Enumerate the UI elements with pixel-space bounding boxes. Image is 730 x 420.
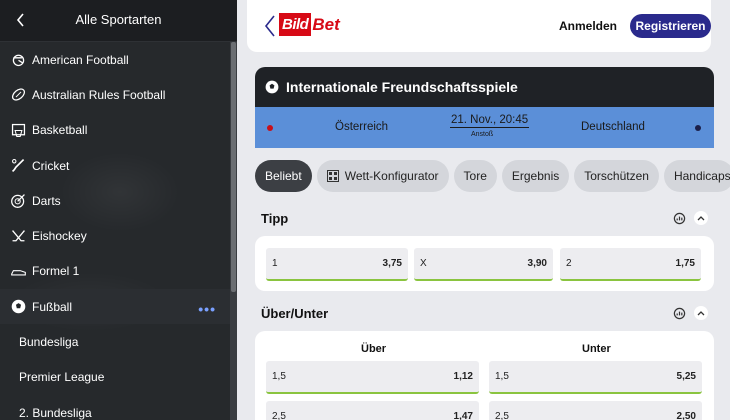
more-options-icon[interactable]: ••• [198,301,216,317]
tab-handicaps[interactable]: Handicaps [663,160,730,192]
away-team-color-dot [695,125,701,131]
soccer-ball-icon [265,80,279,94]
sidebar-item-label: Darts [32,193,61,208]
sidebar-item-label: Australian Rules Football [32,87,166,102]
bildbet-logo[interactable]: Bild Bet [279,13,340,36]
hockey-sticks-icon [8,226,28,246]
rugby-ball-icon [8,85,28,105]
sidebar-item-american-football[interactable]: American Football [0,42,230,77]
sidebar-item-label: Formel 1 [32,264,80,279]
dartboard-icon [8,191,28,211]
away-team: Deutschland [581,121,645,133]
collapse-chevron-icon[interactable] [694,211,708,225]
sidebar-subitem-2-bundesliga[interactable]: 2. Bundesliga [0,395,230,420]
collapse-chevron-icon[interactable] [694,306,708,320]
cricket-bat-icon [8,156,28,176]
tab-torschuetzen[interactable]: Torschützen [574,160,659,192]
sidebar-title: Alle Sportarten [75,12,162,27]
sidebar-item-label: American Football [32,52,129,67]
tab-beliebt[interactable]: Beliebt [255,160,312,192]
sidebar-item-basketball[interactable]: Basketball [0,113,230,148]
sidebar-subitem-bundesliga[interactable]: Bundesliga [0,324,230,359]
over-under-odds-box: Über Unter 1,5 1,12 1,5 5,25 2,5 1,47 2,5 2,… [255,331,714,420]
event-header: Internationale Freundschaftsspiele [255,67,714,107]
sidebar-item-eishockey[interactable]: Eishockey [0,218,230,253]
kickoff-label: Anstoß [471,131,494,138]
odd-button-under-2-5[interactable]: 2,5 2,50 [489,401,702,420]
sidebar-item-darts[interactable]: Darts [0,183,230,218]
sidebar-item-label: Eishockey [32,229,87,244]
back-chevron-icon[interactable] [264,14,276,38]
soccer-ball-icon [8,297,28,317]
configurator-icon [326,170,339,182]
sidebar-subitem-label: Bundesliga [19,335,79,350]
competition-title: Internationale Freundschaftsspiele [286,79,518,95]
scrollbar-thumb[interactable] [231,42,236,292]
odd-button-2[interactable]: 2 1,75 [560,248,701,281]
sidebar-subitem-label: 2. Bundesliga [19,405,92,420]
sidebar-header: Alle Sportarten [0,0,237,42]
odd-button-x[interactable]: X 3,90 [414,248,553,281]
odd-button-under-1-5[interactable]: 1,5 5,25 [489,361,702,394]
home-team: Österreich [335,121,389,133]
top-bar: Bild Bet Anmelden Registrieren [247,0,711,52]
stats-icon[interactable] [673,307,686,320]
market-title-tipp: Tipp [261,211,289,226]
sidebar-scrollbar[interactable] [230,42,237,420]
tipp-odds-box: 1 3,75 X 3,90 2 1,75 [255,236,714,291]
basketball-hoop-icon [8,120,28,140]
login-button[interactable]: Anmelden [559,19,617,33]
market-controls [673,306,708,320]
column-header-over: Über [361,343,387,355]
tab-wett-konfigurator[interactable]: Wett-Konfigurator [316,160,449,192]
sidebar-subitem-premier-league[interactable]: Premier League [0,360,230,395]
tab-ergebnis[interactable]: Ergebnis [501,160,570,192]
odd-button-1[interactable]: 1 3,75 [266,248,408,281]
sidebar-item-australian-rules-football[interactable]: Australian Rules Football [0,77,230,112]
column-header-under: Unter [582,343,611,355]
stats-icon[interactable] [673,212,686,225]
sidebar-item-formel-1[interactable]: Formel 1 [0,254,230,289]
sport-list: American Football Australian Rules Footb… [0,42,230,420]
odd-button-over-2-5[interactable]: 2,5 1,47 [266,401,479,420]
sidebar-item-fussball[interactable]: Fußball ••• [0,289,230,325]
register-button[interactable]: Registrieren [630,14,711,38]
sidebar-item-label: Fußball [32,299,73,314]
sidebar-item-cricket[interactable]: Cricket [0,148,230,183]
odd-button-over-1-5[interactable]: 1,5 1,12 [266,361,479,394]
market-tabs: Beliebt Wett-Konfigurator Tore Ergebnis … [255,160,730,192]
event-card: Internationale Freundschaftsspiele Öster… [255,67,714,148]
sports-sidebar: Alle Sportarten American Football Austra… [0,0,237,420]
tab-tore[interactable]: Tore [453,160,497,192]
match-row[interactable]: Österreich 21. Nov., 20:45 Anstoß Deutsc… [255,107,714,148]
main-content: Bild Bet Anmelden Registrieren Internati… [237,0,730,420]
market-controls [673,211,708,225]
market-title-over-under: Über/Unter [261,306,329,321]
sidebar-subitem-label: Premier League [19,370,105,385]
home-team-color-dot [267,125,273,131]
sidebar-item-label: Basketball [32,123,88,138]
race-car-icon [8,261,28,281]
american-football-icon [8,50,28,70]
match-datetime: 21. Nov., 20:45 [450,114,530,128]
sidebar-item-label: Cricket [32,158,70,173]
